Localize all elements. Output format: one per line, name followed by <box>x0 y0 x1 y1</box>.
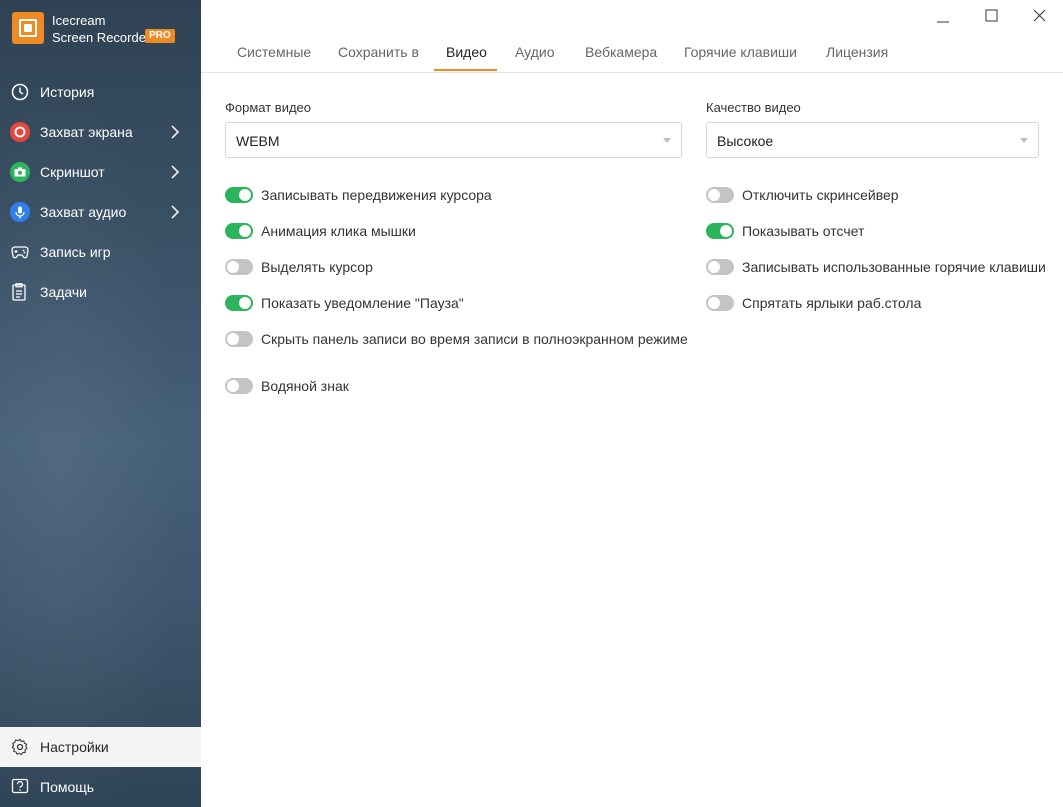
option-hide-panel-fullscreen[interactable]: Скрыть панель записи во время записи в п… <box>225 330 688 348</box>
app-logo-icon <box>12 12 44 44</box>
toggle-switch[interactable] <box>706 259 734 275</box>
sidebar-item-settings[interactable]: Настройки <box>0 727 201 767</box>
option-record-cursor[interactable]: Записывать передвижения курсора <box>225 186 492 204</box>
tab-license[interactable]: Лицензия <box>826 44 888 60</box>
tasks-icon <box>10 282 30 302</box>
toggle-switch[interactable] <box>225 378 253 394</box>
record-icon <box>10 122 30 142</box>
app-name-line1: Icecream <box>52 13 106 28</box>
video-format-select[interactable]: WEBM <box>225 122 682 158</box>
app-name: Icecream Screen Recorder <box>52 12 150 46</box>
option-show-countdown[interactable]: Показывать отсчет <box>706 222 864 240</box>
tab-audio[interactable]: Аудио <box>515 44 555 60</box>
active-tab-indicator <box>434 69 497 71</box>
close-icon <box>1033 9 1046 22</box>
sidebar-item-history[interactable]: История <box>0 72 201 112</box>
toggle-switch[interactable] <box>225 187 253 203</box>
toggle-switch[interactable] <box>225 295 253 311</box>
tab-save-to[interactable]: Сохранить в <box>338 44 419 60</box>
microphone-icon <box>10 202 30 222</box>
help-icon <box>10 777 30 797</box>
pro-badge: PRO <box>145 29 175 43</box>
gamepad-icon <box>10 242 30 262</box>
option-hide-desktop-icons[interactable]: Спрятать ярлыки раб.стола <box>706 294 921 312</box>
sidebar-item-screenshot[interactable]: Скриншот <box>0 152 201 192</box>
option-label: Водяной знак <box>261 378 349 394</box>
chevron-right-icon <box>171 165 180 179</box>
chevron-right-icon <box>171 125 180 139</box>
tab-system[interactable]: Системные <box>237 44 311 60</box>
option-watermark[interactable]: Водяной знак <box>225 377 349 395</box>
toggle-switch[interactable] <box>706 187 734 203</box>
sidebar-item-label: Скриншот <box>40 164 105 180</box>
sidebar-item-audio-capture[interactable]: Захват аудио <box>0 192 201 232</box>
sidebar-item-game-recording[interactable]: Запись игр <box>0 232 201 272</box>
toggle-switch[interactable] <box>225 223 253 239</box>
toggle-switch[interactable] <box>706 295 734 311</box>
sidebar-item-label: Настройки <box>40 739 109 755</box>
toggle-switch[interactable] <box>225 331 253 347</box>
camera-icon <box>10 162 30 182</box>
sidebar-item-label: Захват экрана <box>40 124 133 140</box>
clock-icon <box>10 82 30 102</box>
maximize-button[interactable] <box>976 6 1006 28</box>
option-label: Отключить скринсейвер <box>742 187 899 203</box>
sidebar-item-label: История <box>40 84 95 100</box>
toggle-switch[interactable] <box>706 223 734 239</box>
video-quality-value: Высокое <box>717 133 774 149</box>
option-record-hotkeys[interactable]: Записывать использованные горячие клавиш… <box>706 258 1046 276</box>
option-label: Показать уведомление "Пауза" <box>261 295 464 311</box>
sidebar-item-label: Запись игр <box>40 244 111 260</box>
sidebar-item-label: Захват аудио <box>40 204 127 220</box>
option-label: Спрятать ярлыки раб.стола <box>742 295 922 311</box>
sidebar: Icecream Screen Recorder PRO История Зах… <box>0 0 201 807</box>
minimize-icon <box>937 21 949 23</box>
tab-video[interactable]: Видео <box>446 44 487 60</box>
option-label: Скрыть панель записи во время записи в п… <box>261 331 688 347</box>
tab-hotkeys[interactable]: Горячие клавиши <box>684 44 797 60</box>
sidebar-item-label: Задачи <box>40 284 88 300</box>
video-quality-select[interactable]: Высокое <box>706 122 1039 158</box>
sidebar-item-screen-capture[interactable]: Захват экрана <box>0 112 201 152</box>
video-quality-label: Качество видео <box>706 100 801 115</box>
option-label: Анимация клика мышки <box>261 223 416 239</box>
option-label: Показывать отсчет <box>742 223 865 239</box>
video-format-label: Формат видео <box>225 100 312 115</box>
video-format-value: WEBM <box>236 133 280 149</box>
gear-icon <box>10 737 30 757</box>
maximize-icon <box>985 9 998 22</box>
sidebar-item-tasks[interactable]: Задачи <box>0 272 201 312</box>
option-click-animation[interactable]: Анимация клика мышки <box>225 222 416 240</box>
sidebar-item-help[interactable]: Помощь <box>0 767 201 807</box>
option-label: Записывать передвижения курсора <box>261 187 492 203</box>
option-label: Выделять курсор <box>261 259 373 275</box>
dropdown-arrow-icon <box>663 138 671 143</box>
toggle-switch[interactable] <box>225 259 253 275</box>
tab-webcam[interactable]: Вебкамера <box>585 44 657 60</box>
option-pause-notification[interactable]: Показать уведомление "Пауза" <box>225 294 464 312</box>
app-name-line2: Screen Recorder <box>52 30 151 45</box>
chevron-right-icon <box>171 205 180 219</box>
sidebar-item-label: Помощь <box>40 779 95 795</box>
option-label: Записывать использованные горячие клавиш… <box>742 259 1046 275</box>
dropdown-arrow-icon <box>1020 138 1028 143</box>
minimize-button[interactable] <box>928 6 958 28</box>
option-highlight-cursor[interactable]: Выделять курсор <box>225 258 373 276</box>
close-button[interactable] <box>1025 6 1055 28</box>
option-disable-screensaver[interactable]: Отключить скринсейвер <box>706 186 899 204</box>
